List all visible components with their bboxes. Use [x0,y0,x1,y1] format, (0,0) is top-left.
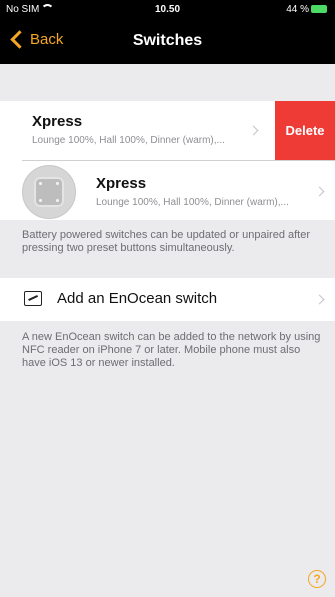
switch-name: Xpress [96,175,147,192]
clock: 10.50 [154,4,181,15]
add-switch-note: A new EnOcean switch can be added to the… [22,331,321,369]
switch-name: Xpress [32,113,83,130]
switch-detail: Lounge 100%, Hall 100%, Dinner (warm),..… [96,197,289,208]
battery-note: Battery powered switches can be updated … [22,229,311,254]
battery-indicator: 44 % [286,4,327,15]
switch-row-swiped[interactable]: Xpress Lounge 100%, Hall 100%, Dinner (w… [0,101,275,160]
chevron-right-icon [248,125,259,136]
chevron-right-icon [314,294,325,305]
switch-device-icon [22,165,76,219]
battery-icon [311,5,327,13]
delete-button[interactable]: Delete [275,101,335,160]
page-title: Switches [132,32,203,49]
add-switch-label: Add an EnOcean switch [57,290,218,307]
navigation-bar: Back Switches [0,20,335,64]
chevron-right-icon [314,186,325,197]
nfc-switch-icon [24,291,42,306]
status-bar: No SIM 10.50 44 % [0,0,335,20]
switch-detail: Lounge 100%, Hall 100%, Dinner (warm),..… [32,135,225,146]
help-icon[interactable]: ? [308,570,326,588]
